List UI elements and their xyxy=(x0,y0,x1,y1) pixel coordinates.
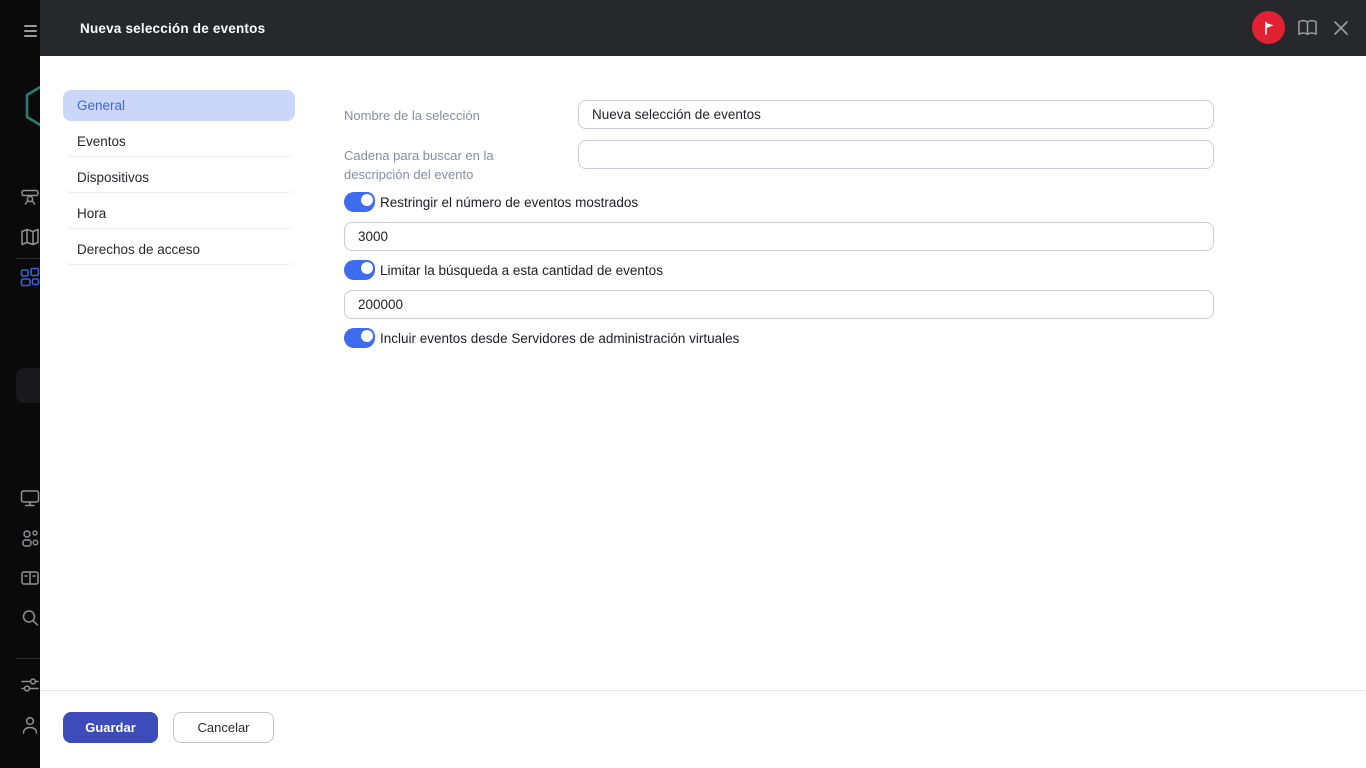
restrict-events-toggle[interactable] xyxy=(344,192,375,212)
toggle-knob xyxy=(359,328,375,344)
toggle-knob xyxy=(359,260,375,276)
cancel-button[interactable]: Cancelar xyxy=(173,712,274,743)
grid-selections-icon[interactable] xyxy=(19,266,40,288)
menu-icon[interactable] xyxy=(24,25,37,37)
monitoring-icon[interactable] xyxy=(19,186,40,208)
map-icon[interactable] xyxy=(19,226,40,248)
selection-name-label: Nombre de la selección xyxy=(344,106,574,125)
logo-hexagon xyxy=(25,84,40,128)
sidebar-divider xyxy=(16,658,40,659)
tab-hora[interactable]: Hora xyxy=(63,198,295,229)
modal-header: Nueva selección de eventos xyxy=(40,0,1366,56)
include-virtual-servers-label: Incluir eventos desde Servidores de admi… xyxy=(380,331,739,346)
limit-search-toggle[interactable] xyxy=(344,260,375,280)
search-string-label: Cadena para buscar en la descripción del… xyxy=(344,146,524,184)
modal-title: Nueva selección de eventos xyxy=(80,0,265,56)
close-icon[interactable] xyxy=(1333,20,1349,36)
toggle-knob xyxy=(359,192,375,208)
flag-icon xyxy=(1261,20,1277,36)
restrict-events-label: Restringir el número de eventos mostrado… xyxy=(380,195,638,210)
help-book-button[interactable] xyxy=(1297,18,1318,38)
footer-divider xyxy=(40,690,1366,691)
modal-body: General Eventos Dispositivos Hora Derech… xyxy=(40,56,1366,768)
app-window: Nueva selección de eventos xyxy=(0,0,1366,768)
selection-name-input[interactable] xyxy=(578,100,1214,129)
limit-search-count-input[interactable] xyxy=(344,290,1214,319)
book-icon xyxy=(1297,18,1318,38)
restrict-events-count-input[interactable] xyxy=(344,222,1214,251)
servers-icon[interactable] xyxy=(19,567,40,589)
whats-new-flag-button[interactable] xyxy=(1252,11,1285,44)
tab-derechos-de-acceso[interactable]: Derechos de acceso xyxy=(63,234,295,265)
sidebar-divider xyxy=(16,258,40,259)
tab-eventos[interactable]: Eventos xyxy=(63,126,295,157)
users-icon[interactable] xyxy=(19,527,40,549)
app-sidebar xyxy=(0,0,40,768)
save-button[interactable]: Guardar xyxy=(63,712,158,743)
sidebar-active-highlight xyxy=(16,368,40,403)
search-string-input[interactable] xyxy=(578,140,1214,169)
section-nav: General Eventos Dispositivos Hora Derech… xyxy=(63,90,295,270)
tab-general[interactable]: General xyxy=(63,90,295,121)
tab-dispositivos[interactable]: Dispositivos xyxy=(63,162,295,193)
limit-search-label: Limitar la búsqueda a esta cantidad de e… xyxy=(380,263,663,278)
settings-sliders-icon[interactable] xyxy=(19,674,40,696)
include-virtual-servers-toggle[interactable] xyxy=(344,328,375,348)
account-icon[interactable] xyxy=(19,714,40,736)
search-icon[interactable] xyxy=(19,607,40,629)
devices-icon[interactable] xyxy=(19,487,40,509)
